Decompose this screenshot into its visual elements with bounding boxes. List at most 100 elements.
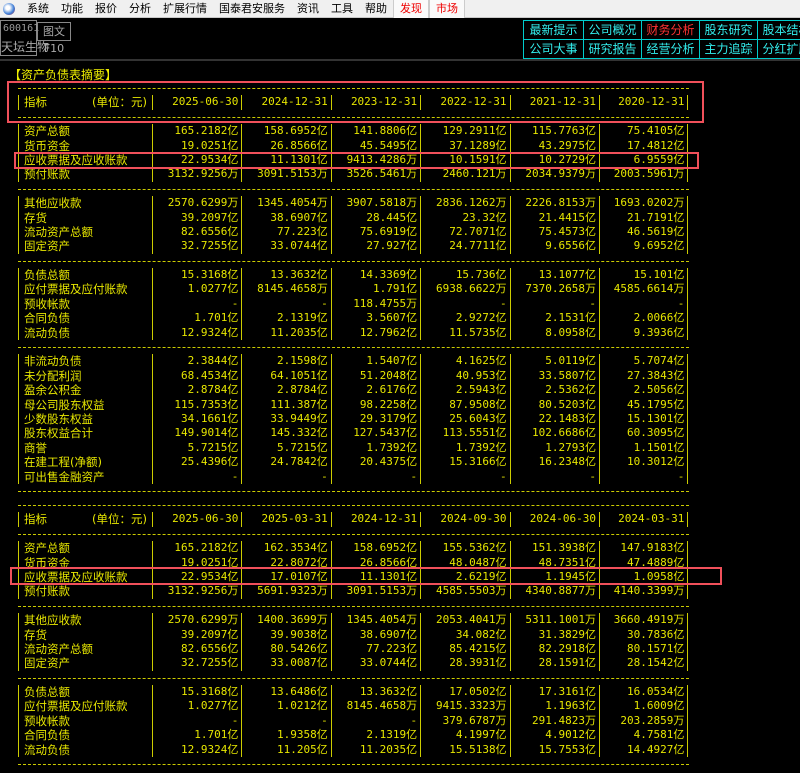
table-row[interactable]: 其他应收款 2570.6299万 1345.4054万 3907.5818万 2836.… <box>18 196 689 211</box>
row-value: 4.7581亿 <box>598 728 689 743</box>
tab-0[interactable]: 最新提示 <box>524 21 584 40</box>
row-value: 115.7763亿 <box>509 124 599 139</box>
tab-2[interactable]: 财务分析 <box>642 21 700 40</box>
unit-label: (单位：元) <box>92 95 147 110</box>
row-label: 应收票据及应收账款 <box>18 569 152 585</box>
row-value: 13.3632亿 <box>241 268 330 283</box>
table-row[interactable]: 负债总额 15.3168亿 13.3632亿 14.3369亿 15.736亿 13.10… <box>18 268 689 283</box>
row-value: 21.4415亿 <box>509 210 599 225</box>
row-value: 33.9449亿 <box>241 411 330 427</box>
table-row[interactable]: 资产总额 165.2182亿 158.6952亿 141.8806亿 129.2911亿… <box>18 124 689 139</box>
menu-item[interactable]: 帮助 <box>359 0 393 18</box>
table-row[interactable]: 合同负债 1.701亿 1.9358亿 2.1319亿 4.1997亿 4.9012亿 4.… <box>18 728 689 743</box>
table-row[interactable]: 资产总额 165.2182亿 162.3534亿 158.6952亿 155.5362亿… <box>18 541 689 556</box>
table-row[interactable]: 流动资产总额 82.6556亿 77.223亿 75.6919亿 72.7071亿 75.… <box>18 224 689 240</box>
table-row[interactable]: 存货 39.2097亿 39.9038亿 38.6907亿 34.082亿 31.3829… <box>18 627 689 642</box>
row-value: 23.32亿 <box>420 210 509 225</box>
table-row[interactable]: 盈余公积金 2.8784亿 2.8784亿 2.6176亿 2.5943亿 2.5362亿… <box>18 383 689 398</box>
table-row[interactable]: 负债总额 15.3168亿 13.6486亿 13.3632亿 17.0502亿 17.3… <box>18 685 689 700</box>
column-header[interactable]: 2023-12-31 <box>330 95 420 110</box>
table-row[interactable]: 少数股东权益 34.1661亿 33.9449亿 29.3179亿 25.6043亿 22… <box>18 411 689 427</box>
column-header[interactable]: 2022-12-31 <box>420 95 509 110</box>
menu-item[interactable]: 系统 <box>21 0 55 18</box>
menu-item[interactable]: 工具 <box>325 0 359 18</box>
menu-item[interactable]: 扩展行情 <box>157 0 213 18</box>
column-header[interactable]: 2025-06-30 <box>152 512 241 527</box>
table-row[interactable]: 流动负债 12.9324亿 11.205亿 11.2035亿 15.5138亿 15.75… <box>18 742 689 758</box>
table-header-row: 指标 (单位：元) 2025-06-30 2024-12-31 2023-12-31 20… <box>18 95 689 110</box>
table-row[interactable]: 应付票据及应付账款 1.0277亿 8145.4658万 1.791亿 6938.662… <box>18 282 689 297</box>
tab-3[interactable]: 股东研究 <box>700 21 758 40</box>
table-header-row: 指标 (单位：元) 2025-06-30 2025-03-31 2024-12-31 20… <box>18 512 689 527</box>
row-value: 22.8072亿 <box>241 555 330 570</box>
row-value: 1.1945亿 <box>509 569 599 585</box>
menu-item[interactable]: 报价 <box>89 0 123 18</box>
menu-item[interactable]: 资讯 <box>291 0 325 18</box>
row-value: 151.3938亿 <box>509 541 599 556</box>
tab-7[interactable]: 经营分析 <box>642 40 700 59</box>
column-header[interactable]: 2021-12-31 <box>509 95 599 110</box>
row-value: 4.1625亿 <box>420 354 509 369</box>
row-label: 其他应收款 <box>18 196 152 211</box>
table-row[interactable]: 货币资金 19.0251亿 26.8566亿 45.5495亿 37.1289亿 43.2… <box>18 138 689 153</box>
table-row[interactable]: 应付票据及应付账款 1.0277亿 1.0212亿 8145.4658万 9415.33… <box>18 699 689 714</box>
table-row[interactable]: 流动资产总额 82.6556亿 80.5426亿 77.223亿 85.4215亿 82.… <box>18 641 689 657</box>
row-value: 77.223亿 <box>330 641 420 657</box>
column-header[interactable]: 2024-09-30 <box>420 512 509 527</box>
column-header[interactable]: 2025-03-31 <box>241 512 330 527</box>
table-row[interactable]: 未分配利润 68.4534亿 64.1051亿 51.2048亿 40.953亿 33.5… <box>18 368 689 384</box>
table-row[interactable]: 非流动负债 2.3844亿 2.1598亿 1.5407亿 4.1625亿 5.0119亿… <box>18 354 689 369</box>
tab-1[interactable]: 公司概况 <box>584 21 642 40</box>
tab-8[interactable]: 主力追踪 <box>700 40 758 59</box>
column-header[interactable]: 2024-06-30 <box>509 512 599 527</box>
menu-item-highlight[interactable]: 市场 <box>429 0 465 18</box>
table-row[interactable]: 股东权益合计 149.9014亿 145.332亿 127.5437亿 113.5551… <box>18 426 689 441</box>
row-value: 8145.4658万 <box>330 699 420 714</box>
menu-item[interactable]: 功能 <box>55 0 89 18</box>
tab-4[interactable]: 股本结构 <box>758 21 800 40</box>
row-value: 1.7392亿 <box>330 440 420 456</box>
tab-6[interactable]: 研究报告 <box>584 40 642 59</box>
tab-5[interactable]: 公司大事 <box>524 40 584 59</box>
row-value: 11.205亿 <box>241 742 330 758</box>
table-row[interactable]: 预付账款 3132.9256万 3091.5153万 3526.5461万 2460.1… <box>18 167 689 182</box>
table-row[interactable]: 母公司股东权益 115.7353亿 111.387亿 98.2258亿 87.9508亿… <box>18 397 689 412</box>
row-value: 3.5607亿 <box>330 311 420 326</box>
row-value: 145.332亿 <box>241 426 330 441</box>
table-row[interactable]: 应收票据及应收账款 22.9534亿 17.0107亿 11.1301亿 2.6219亿… <box>18 569 689 585</box>
row-value: 17.4812亿 <box>598 138 689 153</box>
menu-item-highlight[interactable]: 发现 <box>393 0 429 18</box>
f10-button[interactable]: 图文F10 <box>37 22 71 55</box>
row-separator <box>18 599 689 613</box>
tab-9[interactable]: 分红扩股 <box>758 40 800 59</box>
row-value: 13.1077亿 <box>509 268 599 283</box>
column-header[interactable]: 2024-12-31 <box>241 95 330 110</box>
menu-item[interactable]: 分析 <box>123 0 157 18</box>
row-value: - <box>598 469 689 484</box>
table-row[interactable]: 预收帐款 - -118.4755万 - - - <box>18 296 689 312</box>
row-label: 合同负债 <box>18 311 152 326</box>
row-value: 47.4889亿 <box>598 555 689 570</box>
table-row[interactable]: 在建工程(净额) 25.4396亿 24.7842亿 20.4375亿 15.3166亿… <box>18 455 689 470</box>
column-header[interactable]: 2025-06-30 <box>152 95 241 110</box>
table-row[interactable]: 存货 39.2097亿 38.6907亿 28.445亿 23.32亿 21.4415亿 2… <box>18 210 689 225</box>
row-value: 1.6009亿 <box>598 699 689 714</box>
table-row[interactable]: 合同负债 1.701亿 2.1319亿 3.5607亿 2.9272亿 2.1531亿 2.… <box>18 311 689 326</box>
table-row[interactable]: 固定资产 32.7255亿 33.0087亿 33.0744亿 28.3931亿 28.1… <box>18 656 689 671</box>
row-value: 48.0487亿 <box>420 555 509 570</box>
row-value: 11.2035亿 <box>241 325 330 341</box>
table-row[interactable]: 预付账款 3132.9256万 5691.9323万 3091.5153万 4585.5… <box>18 584 689 599</box>
table-row[interactable]: 应收票据及应收账款 22.9534亿 11.1301亿 9413.4286万 10.15… <box>18 152 689 168</box>
table-row[interactable]: 流动负债 12.9324亿 11.2035亿 12.7962亿 11.5735亿 8.09… <box>18 325 689 341</box>
table-row[interactable]: 预收帐款 - - -379.6787万 291.4823万 203.2859万 <box>18 713 689 729</box>
table-row[interactable]: 商誉 5.7215亿 5.7215亿 1.7392亿 1.7392亿 1.2793亿 1.1… <box>18 440 689 456</box>
column-header[interactable]: 2020-12-31 <box>598 95 689 110</box>
table-row[interactable]: 其他应收款 2570.6299万 1400.3699万 1345.4054万 2053.… <box>18 613 689 628</box>
row-value: 291.4823万 <box>509 713 599 729</box>
column-header[interactable]: 2024-12-31 <box>330 512 420 527</box>
menu-item[interactable]: 国泰君安服务 <box>213 0 291 18</box>
table-row[interactable]: 可出售金融资产 - - - - - - <box>18 469 689 484</box>
table-row[interactable]: 货币资金 19.0251亿 22.8072亿 26.8566亿 48.0487亿 48.7… <box>18 555 689 570</box>
table-row[interactable]: 固定资产 32.7255亿 33.0744亿 27.927亿 24.7711亿 9.655… <box>18 239 689 254</box>
column-header[interactable]: 2024-03-31 <box>598 512 689 527</box>
